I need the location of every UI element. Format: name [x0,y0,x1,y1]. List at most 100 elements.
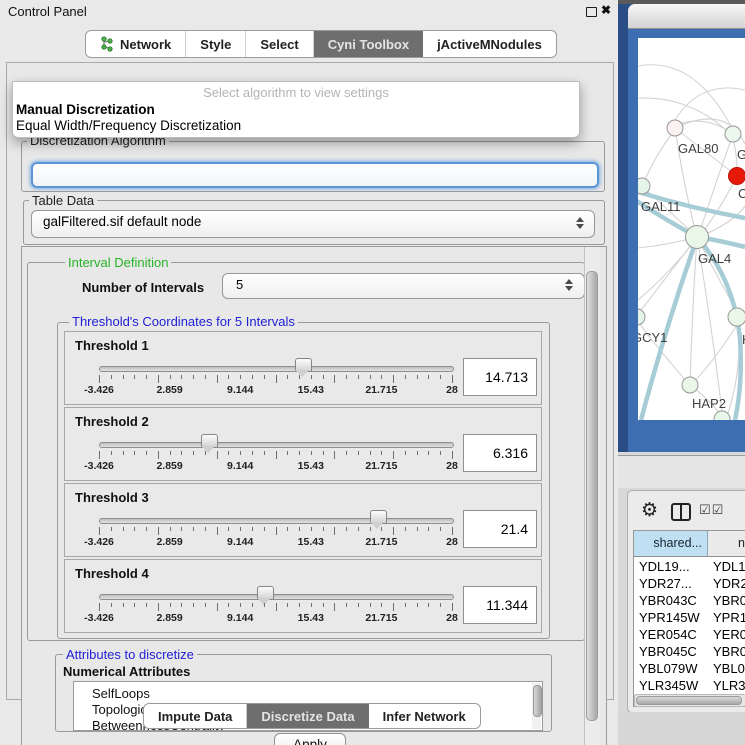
numerical-attributes-label: Numerical Attributes [63,664,190,679]
table-row[interactable]: YER054CYER0 [634,627,745,644]
network-label-GCY1: GCY1 [638,330,667,345]
cell-shared-name: YDR27... [639,576,692,591]
network-label-GA: GA [737,147,745,162]
network-node-GAL11[interactable] [638,178,650,194]
threshold-1-slider-ticks [99,375,452,384]
tab-cyni-toolbox[interactable]: Cyni Toolbox [314,31,423,57]
table-data-selected-value: galFiltered.sif default node [43,214,201,229]
cell-name: YPR1 [713,610,745,625]
network-node-red[interactable] [729,168,745,185]
threshold-3-slider-track[interactable] [99,518,454,524]
threshold-2-panel: Threshold 2 -3.4262.8599.14415.4321.7152… [64,407,542,481]
table-panel-titlebar[interactable]: Table Panel [618,455,745,488]
tab-network[interactable]: Network [86,31,186,57]
network-node-bottom[interactable] [714,411,730,420]
column-layout-icon[interactable] [671,503,691,521]
table-row[interactable]: YBL079WYBL0 [634,661,745,678]
table-row[interactable]: YPR145WYPR1 [634,610,745,627]
threshold-2-slider-ticks [99,451,452,460]
threshold-2-slider-thumb[interactable] [201,434,218,448]
number-of-intervals-combo-arrows-icon[interactable] [565,279,573,291]
cell-name: YER0 [713,627,745,642]
thresholds-coordinates-group-label: Threshold's Coordinates for 5 Intervals [69,314,298,329]
tab-style[interactable]: Style [186,31,246,57]
threshold-4-panel: Threshold 4 -3.4262.8599.14415.4321.7152… [64,559,542,633]
network-edge[interactable] [694,325,737,382]
settings-scrollbar-thumb[interactable] [586,271,598,721]
network-node-H[interactable] [728,308,745,326]
table-row[interactable]: YDL19...YDL1 [634,559,745,576]
cell-name: YBL0 [713,661,745,676]
column-header-shared-name[interactable]: shared... [634,531,708,556]
threshold-3-panel: Threshold 3 -3.4262.8599.14415.4321.7152… [64,483,542,557]
threshold-2-slider-track[interactable] [99,442,454,448]
network-edge[interactable] [675,88,745,120]
threshold-1-slider-track[interactable] [99,366,454,372]
network-node-GAL4[interactable] [686,226,709,249]
network-node-GAL80[interactable] [667,120,683,136]
algorithm-dropdown-popup: Select algorithm to view settings Manual… [12,81,580,138]
window-title: Control Panel [8,4,87,19]
table-row[interactable]: YBR043CYBR0 [634,593,745,610]
cell-shared-name: YBR045C [639,644,697,659]
checked-checkboxes-icon[interactable]: ☑☑ [699,503,724,518]
list-item-selfloops[interactable]: SelfLoops [92,686,150,701]
threshold-3-slider-thumb[interactable] [370,510,387,524]
threshold-1-slider-thumb[interactable] [295,358,312,372]
network-window-titlebar[interactable] [628,4,745,29]
table-row[interactable]: YDR27...YDR2 [634,576,745,593]
threshold-3-tick-labels: -3.4262.8599.14415.4321.71528 [99,536,452,550]
threshold-1-value-field[interactable]: 14.713 [463,358,537,396]
tab-impute-data[interactable]: Impute Data [144,704,247,728]
tab-select-label: Select [260,37,298,52]
column-header-name[interactable]: na [708,531,745,556]
table-data-combo-arrows-icon[interactable] [576,217,584,229]
dropdown-option-equal-width-frequency[interactable]: Equal Width/Frequency Discretization [16,118,241,133]
threshold-3-value-field[interactable]: 21.4 [463,510,537,548]
threshold-1-label: Threshold 1 [75,338,149,353]
number-of-intervals-combobox[interactable] [222,273,585,299]
tab-network-label: Network [120,37,171,52]
attributes-to-discretize-group-label: Attributes to discretize [63,647,197,662]
gear-icon[interactable]: ⚙ [641,499,658,521]
attributes-list-scrollbar-thumb[interactable] [533,685,542,717]
network-node-HAP2[interactable] [682,377,698,393]
close-icon[interactable]: ✖ [601,3,611,17]
tab-discretize-data[interactable]: Discretize Data [247,704,368,728]
attributes-list-scrollbar[interactable] [532,683,541,729]
float-window-icon[interactable] [586,7,597,17]
network-node-GCY1[interactable] [638,309,645,325]
table-row[interactable]: YBR045CYBR0 [634,644,745,661]
threshold-4-tick-labels: -3.4262.8599.14415.4321.71528 [99,612,452,626]
dropdown-option-manual-discretization[interactable]: Manual Discretization [16,102,155,117]
threshold-2-label: Threshold 2 [75,414,149,429]
background-area [618,712,745,745]
threshold-2-tick-labels: -3.4262.8599.14415.4321.71528 [99,460,452,474]
algorithm-combobox[interactable] [31,162,599,188]
number-of-intervals-label: Number of Intervals [82,280,204,295]
network-edge[interactable] [642,131,674,186]
control-panel-titlebar[interactable]: Control Panel ✖ [0,0,618,23]
tab-jactivemnodules[interactable]: jActiveMNodules [423,31,556,57]
apply-button[interactable]: Apply [274,733,346,745]
tab-infer-network-label: Infer Network [383,709,466,724]
network-node-GA[interactable] [725,126,741,142]
threshold-4-label: Threshold 4 [75,566,149,581]
table-header-row: shared... na [634,531,745,557]
table-horizontal-scrollbar-thumb[interactable] [636,696,742,705]
network-canvas[interactable]: GAL80GACGAL11GAL4GCY1HHAP2 [638,38,745,420]
algorithm-dropdown-prompt[interactable]: Select algorithm to view settings [13,85,579,100]
threshold-4-slider-ticks [99,603,452,612]
threshold-4-slider-thumb[interactable] [257,586,274,600]
tab-infer-network[interactable]: Infer Network [369,704,480,728]
table-row[interactable]: YLR345WYLR3 [634,678,745,695]
threshold-4-value-field[interactable]: 11.344 [463,586,537,624]
top-tab-bar: Network Style Select Cyni Toolbox jActiv… [85,30,557,58]
threshold-1-tick-labels: -3.4262.8599.14415.4321.71528 [99,384,452,398]
threshold-4-slider-track[interactable] [99,594,454,600]
threshold-1-panel: Threshold 1 -3.4262.8599.14415.4321.7152… [64,331,542,405]
node-table: shared... na YDL19...YDL1 YDR27...YDR2 Y… [633,530,745,707]
tab-select[interactable]: Select [246,31,313,57]
network-edge[interactable] [638,65,731,126]
threshold-2-value-field[interactable]: 6.316 [463,434,537,472]
